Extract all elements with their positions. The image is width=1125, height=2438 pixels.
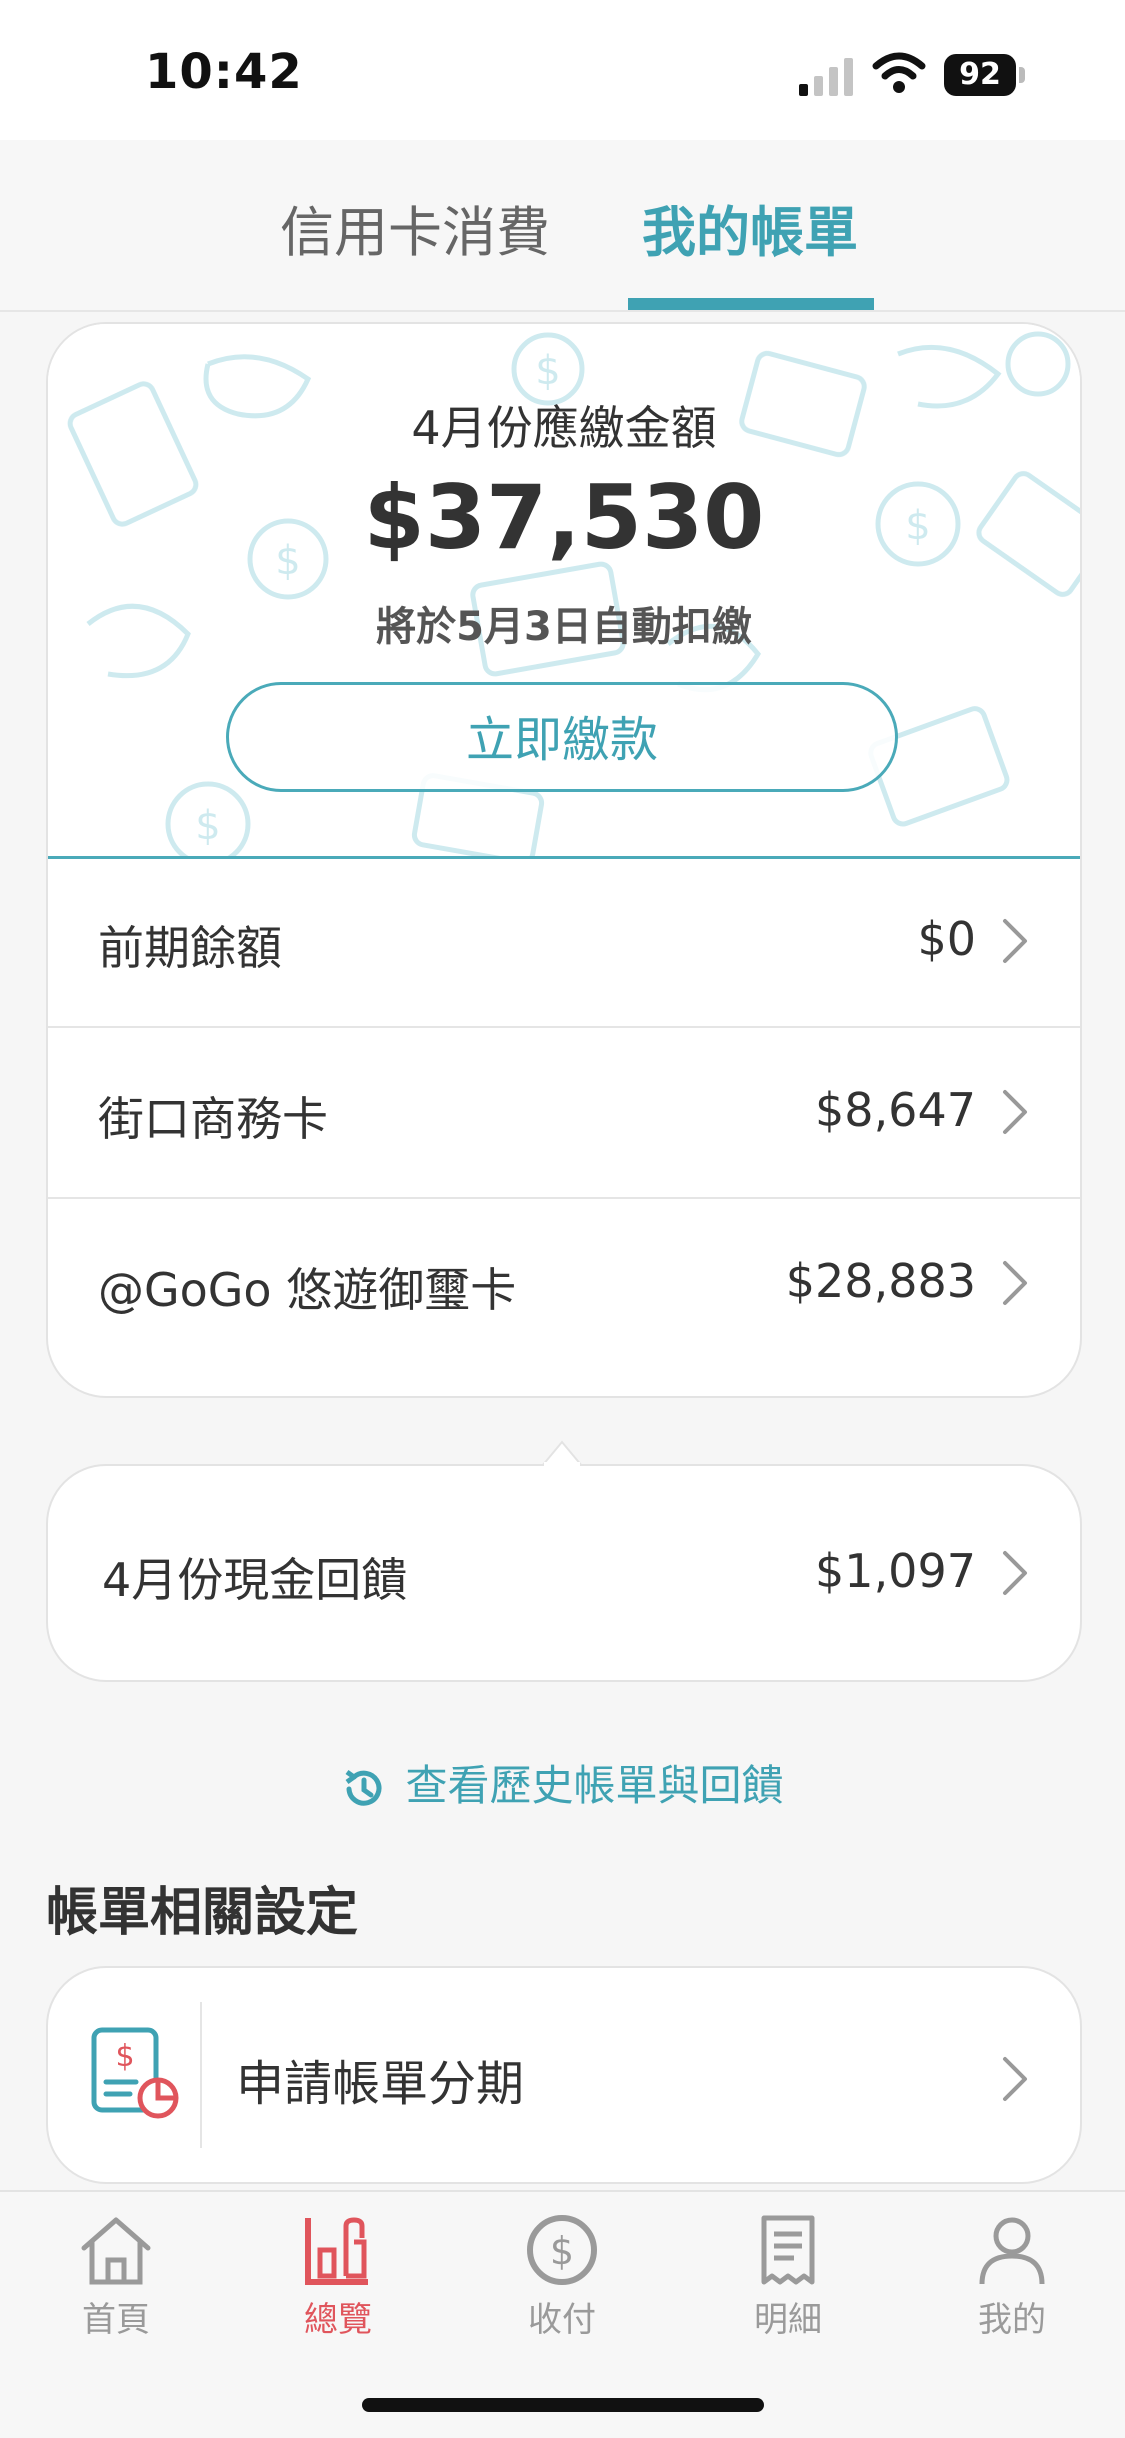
dollar-coin-icon: $ [527,2215,597,2285]
cashback-label: 4月份現金回饋 [102,1553,408,1607]
chevron-right-icon [1003,919,1027,963]
bill-summary-header: $ $ $ $ 4月份應繳金額 $37,530 將於5月3日自動扣繳 立即繳款 [48,324,1080,859]
nav-details[interactable]: 明細 [708,2212,868,2341]
bill-row-label: 前期餘額 [98,921,282,975]
nav-profile[interactable]: 我的 [932,2212,1092,2341]
chevron-right-icon [1003,1090,1027,1134]
svg-text:$: $ [195,803,220,849]
segment-tabs: 信用卡消費 我的帳單 [0,140,1125,312]
pay-now-button[interactable]: 立即繳款 [226,682,898,792]
chevron-right-icon [1003,1261,1027,1305]
history-clock-icon [346,1769,382,1806]
bill-total-amount: $37,530 [363,466,765,569]
wifi-icon [872,52,926,93]
auto-debit-note: 將於5月3日自動扣繳 [376,604,752,650]
chevron-right-icon [1003,1551,1027,1595]
installment-bill-icon: $ [91,2027,179,2119]
bill-row-previous-balance[interactable]: 前期餘額 $0 [48,856,1080,1028]
nav-label: 我的 [978,2300,1046,2340]
bill-settings-title: 帳單相關設定 [46,1883,359,1943]
profile-icon [979,2217,1045,2285]
bill-row-value: $0 [917,912,976,966]
tab-my-bill[interactable]: 我的帳單 [642,188,858,267]
nav-overview[interactable]: 總覽 [258,2212,418,2341]
installment-card[interactable]: $ 申請帳單分期 [46,1966,1082,2184]
tab-credit-card-spending[interactable]: 信用卡消費 [280,188,550,267]
nav-home[interactable]: 首頁 [36,2212,196,2341]
nav-label: 收付 [528,2300,596,2340]
nav-label: 總覽 [304,2300,372,2340]
bill-row-label: @GoGo 悠遊御璽卡 [98,1263,517,1317]
status-time: 10:42 [145,44,303,100]
bill-card: $ $ $ $ 4月份應繳金額 $37,530 將於5月3日自動扣繳 立即繳款 … [46,322,1082,1398]
home-indicator [362,2398,764,2412]
home-icon [81,2217,151,2285]
nav-payments[interactable]: $ 收付 [482,2212,642,2341]
bill-row-value: $8,647 [815,1083,976,1137]
history-link-label: 查看歷史帳單與回饋 [405,1761,784,1810]
overview-chart-icon [305,2217,368,2285]
installment-label: 申請帳單分期 [236,2056,525,2112]
battery-icon: 92 [944,54,1026,96]
bill-month-title: 4月份應繳金額 [411,401,717,455]
nav-label: 明細 [754,2300,822,2340]
history-link[interactable]: 查看歷史帳單與回饋 [0,1752,1125,1813]
svg-text:$: $ [535,348,560,394]
bill-row-gogo-card[interactable]: @GoGo 悠遊御璽卡 $28,883 [48,1198,1080,1368]
cashback-value: $1,097 [815,1544,976,1598]
chevron-right-icon [1003,2057,1027,2101]
bill-row-value: $28,883 [785,1254,976,1308]
cashback-card[interactable]: 4月份現金回饋 $1,097 [46,1464,1082,1682]
active-tab-indicator [628,298,874,310]
receipt-icon [761,2215,815,2285]
bill-row-jko-business-card[interactable]: 街口商務卡 $8,647 [48,1027,1080,1199]
battery-level: 92 [944,54,1016,96]
status-bar: 10:42 92 [0,0,1125,140]
pointer-mask [544,1462,580,1468]
cellular-signal-icon [799,58,853,96]
svg-text:$: $ [550,2229,574,2273]
nav-label: 首頁 [82,2300,150,2340]
svg-text:$: $ [115,2039,134,2074]
bill-row-label: 街口商務卡 [98,1092,328,1146]
divider [200,2002,202,2148]
